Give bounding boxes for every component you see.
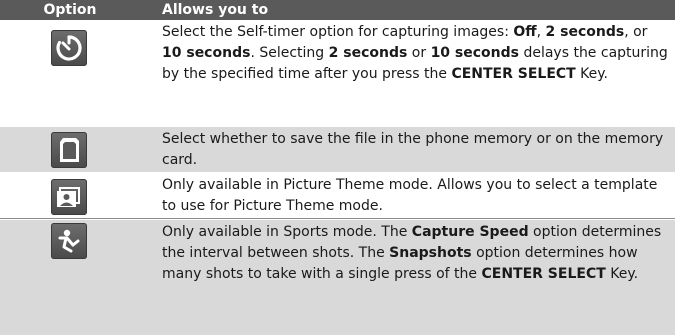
- description-text: or: [407, 45, 431, 61]
- bold-term: 2 seconds: [328, 45, 408, 61]
- bold-term: 10 seconds: [162, 45, 251, 61]
- picture-theme-template-icon: [51, 179, 87, 215]
- row-description: Only available in Sports mode. The Captu…: [162, 222, 670, 285]
- table-row: Only available in Picture Theme mode. Al…: [0, 173, 675, 219]
- bold-term: Off: [513, 24, 537, 40]
- description-text: Only available in Sports mode. The: [162, 224, 412, 240]
- description-text: Key.: [605, 266, 639, 282]
- description-text: ,: [536, 24, 546, 40]
- description-text: Only available in Picture Theme mode. Al…: [162, 177, 658, 214]
- row-description: Select whether to save the file in the p…: [162, 129, 670, 171]
- sports-capture-speed-icon: [51, 223, 87, 259]
- bold-term: 2 seconds: [545, 24, 625, 40]
- description-text: , or: [624, 24, 648, 40]
- description-text: Select the Self-timer option for capturi…: [162, 24, 514, 40]
- description-text: Select whether to save the file in the p…: [162, 131, 664, 168]
- table-header: Option Allows you to: [0, 0, 675, 20]
- bold-term: Capture Speed: [411, 224, 529, 240]
- header-allows-you-to: Allows you to: [162, 2, 269, 18]
- table-row: Only available in Sports mode. The Captu…: [0, 220, 675, 335]
- description-text: . Selecting: [250, 45, 329, 61]
- table-row: Select the Self-timer option for capturi…: [0, 20, 675, 126]
- description-text: Key.: [575, 66, 609, 82]
- row-description: Select the Self-timer option for capturi…: [162, 22, 670, 85]
- bold-term: Snapshots: [389, 245, 472, 261]
- bold-term: 10 seconds: [430, 45, 519, 61]
- bold-term: CENTER SELECT: [481, 266, 606, 282]
- self-timer-icon: [51, 30, 87, 66]
- bold-term: CENTER SELECT: [451, 66, 576, 82]
- header-option: Option: [43, 2, 97, 18]
- storage-memory-card-icon: [51, 132, 87, 168]
- row-description: Only available in Picture Theme mode. Al…: [162, 175, 670, 217]
- table-row: Select whether to save the file in the p…: [0, 127, 675, 172]
